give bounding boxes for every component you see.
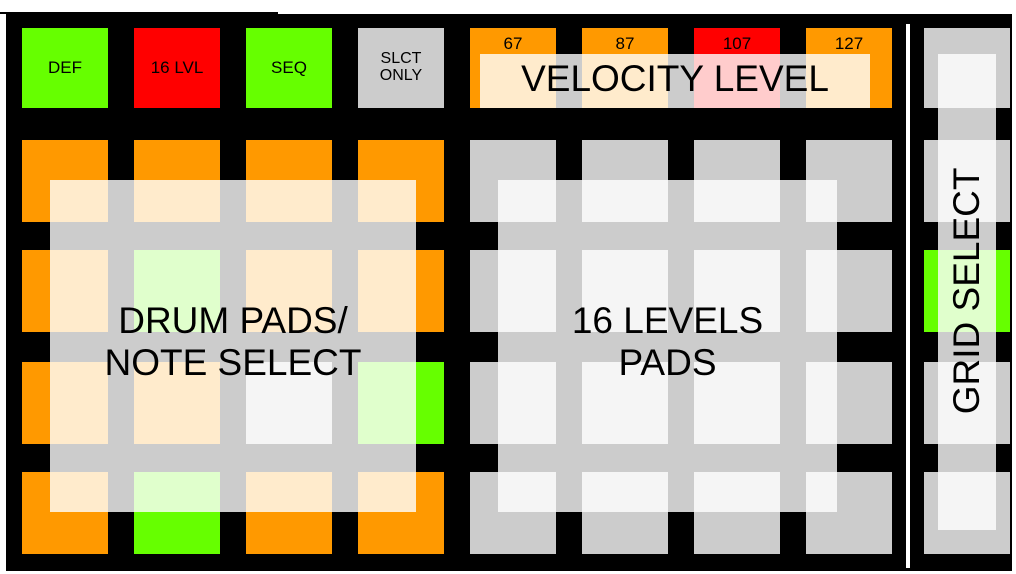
drum-pad-r1-c4[interactable] (358, 140, 444, 222)
level-pad-r3-c1[interactable] (470, 362, 556, 444)
grid-select-cell-1[interactable] (924, 28, 1010, 108)
level-pad-r1-c1[interactable] (470, 140, 556, 222)
mode-button-label: 16 LVL (150, 58, 204, 78)
mode-button-label: DEF (48, 58, 82, 78)
level-pad-r2-c2[interactable] (582, 250, 668, 332)
drum-pad-r4-c3[interactable] (246, 472, 332, 554)
controller-layout: DEF 16 LVL SEQ SLCT ONLY 67 87 107 127 VELOCITY… (0, 0, 1016, 574)
velocity-value: 127 (834, 34, 864, 53)
mode-button-slct-only[interactable]: SLCT ONLY (358, 28, 444, 108)
level-pad-r3-c2[interactable] (582, 362, 668, 444)
drum-pad-r3-c1[interactable] (22, 362, 108, 444)
velocity-value: 107 (722, 34, 752, 53)
velocity-value: 87 (615, 34, 635, 53)
mode-button-16-lvl[interactable]: 16 LVL (134, 28, 220, 108)
level-pad-r2-c3[interactable] (694, 250, 780, 332)
level-pad-r3-c3[interactable] (694, 362, 780, 444)
level-pad-r3-c4[interactable] (806, 362, 892, 444)
mode-button-def[interactable]: DEF (22, 28, 108, 108)
level-pad-r4-c3[interactable] (694, 472, 780, 554)
drum-pad-r2-c1[interactable] (22, 250, 108, 332)
velocity-button-67[interactable]: 67 (470, 28, 556, 108)
drum-pad-r1-c3[interactable] (246, 140, 332, 222)
level-pad-r2-c4[interactable] (806, 250, 892, 332)
drum-pad-r3-c2[interactable] (134, 362, 220, 444)
drum-pad-r1-c1[interactable] (22, 140, 108, 222)
velocity-button-127[interactable]: 127 (806, 28, 892, 108)
drum-pad-r2-c3[interactable] (246, 250, 332, 332)
velocity-button-87[interactable]: 87 (582, 28, 668, 108)
drum-pad-r3-c4[interactable] (358, 362, 444, 444)
drum-pad-r4-c1[interactable] (22, 472, 108, 554)
velocity-button-107[interactable]: 107 (694, 28, 780, 108)
drum-pad-r3-c3[interactable] (246, 362, 332, 444)
grid-select-cell-2[interactable] (924, 140, 1010, 222)
level-pad-r1-c4[interactable] (806, 140, 892, 222)
grid-select-cell-4[interactable] (924, 362, 1010, 444)
mode-button-seq[interactable]: SEQ (246, 28, 332, 108)
mode-button-label: SLCT ONLY (379, 50, 423, 84)
drum-pad-r4-c4[interactable] (358, 472, 444, 554)
clipped-header (0, 0, 280, 12)
level-pad-r4-c4[interactable] (806, 472, 892, 554)
level-pad-r4-c2[interactable] (582, 472, 668, 554)
grid-select-cell-3[interactable] (924, 250, 1010, 332)
drum-pad-r2-c2[interactable] (134, 250, 220, 332)
level-pad-r4-c1[interactable] (470, 472, 556, 554)
level-pad-r2-c1[interactable] (470, 250, 556, 332)
level-pad-r1-c2[interactable] (582, 140, 668, 222)
mode-button-label: SEQ (271, 58, 307, 78)
drum-pad-r2-c4[interactable] (358, 250, 444, 332)
drum-pad-r1-c2[interactable] (134, 140, 220, 222)
grid-select-divider (906, 24, 910, 568)
velocity-value: 67 (503, 34, 523, 53)
drum-pad-r4-c2[interactable] (134, 472, 220, 554)
grid-select-cell-5[interactable] (924, 472, 1010, 554)
level-pad-r1-c3[interactable] (694, 140, 780, 222)
